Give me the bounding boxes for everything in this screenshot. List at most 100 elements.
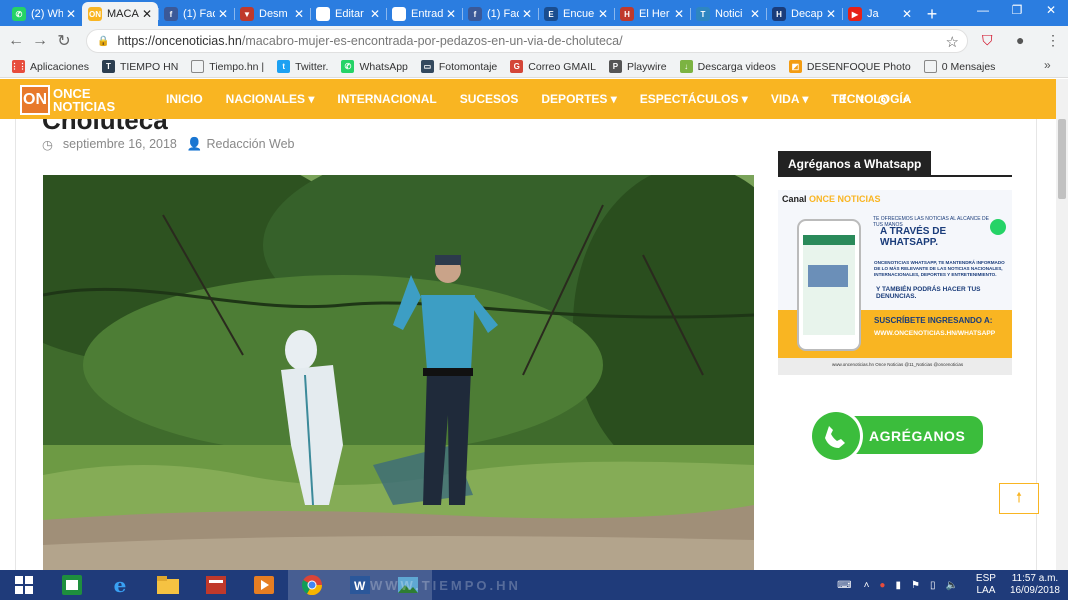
tab-close-icon[interactable]: ✕ [902, 7, 912, 21]
article-date: septiembre 16, 2018 [62, 137, 177, 151]
volume-icon[interactable]: 🔈 [945, 580, 957, 591]
nav-item[interactable]: DEPORTES ▾ [541, 92, 616, 106]
news-app-icon[interactable] [192, 570, 240, 600]
nav-item[interactable]: INICIO [166, 92, 203, 106]
bookmark-item[interactable]: ▭ Fotomontaje [420, 60, 497, 73]
nav-item[interactable]: VIDA ▾ [771, 92, 809, 106]
browser-tab[interactable]: Editar ✕ [310, 2, 386, 26]
profile-icon[interactable]: ● [1016, 32, 1024, 48]
menu-icon[interactable]: ⋮ [1046, 32, 1060, 49]
media-player-icon[interactable] [240, 570, 288, 600]
article-author[interactable]: Redacción Web [206, 137, 294, 152]
whatsapp-promo-banner[interactable]: Canal ONCE NOTICIAS TE OFRECEMOS LAS NOT… [778, 190, 1012, 375]
store-icon[interactable] [48, 570, 96, 600]
tab-title: Notici [715, 8, 743, 20]
bookmark-icon: ✆ [341, 60, 355, 73]
browser-tab[interactable]: H El Her ✕ [614, 2, 690, 26]
bookmark-item[interactable]: ↓ Descarga videos [679, 60, 776, 73]
tab-close-icon[interactable]: ✕ [218, 7, 228, 21]
browser-tab[interactable]: f (1) Fac ✕ [158, 2, 234, 26]
tab-title: Decap [791, 8, 823, 20]
network-icon[interactable]: ▮ [895, 580, 901, 591]
browser-tab[interactable]: ▼ Desm ✕ [234, 2, 310, 26]
browser-tab[interactable]: Entrad ✕ [386, 2, 462, 26]
tab-close-icon[interactable]: ✕ [142, 7, 152, 21]
bookmark-item[interactable]: G Correo GMAIL [510, 60, 596, 73]
tab-close-icon[interactable]: ✕ [446, 7, 456, 21]
bookmarks-overflow-icon[interactable]: » [1044, 58, 1051, 72]
tab-close-icon[interactable]: ✕ [826, 7, 836, 21]
browser-tab[interactable]: f (1) Fac ✕ [462, 2, 538, 26]
browser-tab[interactable]: E Encue ✕ [538, 2, 614, 26]
clock[interactable]: 11:57 a.m. 16/09/2018 [1010, 573, 1060, 597]
maximize-button[interactable]: ❐ [1000, 0, 1034, 22]
promo-footer: www.oncenoticias.hn Once Noticias @11_No… [832, 362, 964, 367]
browser-tab[interactable]: ON MACA ✕ [82, 2, 158, 26]
bookmark-item[interactable]: Tiempo.hn | [191, 60, 264, 73]
browser-tab[interactable]: ▶ Ja ✕ [842, 2, 918, 26]
bookmark-item[interactable]: T TIEMPO HN [101, 60, 178, 73]
tab-close-icon[interactable]: ✕ [674, 7, 684, 21]
bookmark-item[interactable]: t Twitter. [277, 60, 328, 73]
whatsapp-widget-title: Agréganos a Whatsapp [778, 151, 1012, 177]
tab-close-icon[interactable]: ✕ [370, 7, 380, 21]
tab-close-icon[interactable]: ✕ [522, 7, 532, 21]
window-controls: — ❐ ✕ [966, 0, 1068, 22]
tab-favicon-icon: ✆ [12, 7, 26, 21]
page-scrollbar[interactable] [1056, 79, 1068, 570]
tab-close-icon[interactable]: ✕ [66, 7, 76, 21]
address-bar[interactable]: 🔒 https://oncenoticias.hn/macabro-mujer-… [86, 29, 968, 53]
tray-overflow-icon[interactable]: ˄ [864, 580, 870, 591]
keyboard-icon[interactable]: ⌨ [837, 580, 851, 591]
antivirus-icon[interactable]: ● [879, 580, 885, 591]
bookmark-item[interactable]: ◩ DESENFOQUE Photo [788, 60, 911, 73]
tab-title: Desm [259, 8, 288, 20]
whatsapp-add-button[interactable]: AGRÉGANOS [807, 408, 984, 464]
tab-close-icon[interactable]: ✕ [294, 7, 304, 21]
scroll-to-top-button[interactable]: 🠕 [999, 483, 1039, 514]
search-icon[interactable]: ⌕ [902, 92, 909, 107]
shield-extension-icon[interactable]: ⛉ [982, 32, 993, 49]
bookmark-icon: G [510, 60, 524, 73]
tab-favicon-icon [316, 7, 330, 21]
forward-button[interactable]: → [28, 32, 52, 50]
facebook-icon[interactable]: f [842, 92, 846, 106]
tab-title: Encue [563, 8, 595, 20]
close-window-button[interactable]: ✕ [1034, 0, 1068, 22]
back-button[interactable]: ← [4, 32, 28, 50]
bookmark-item[interactable]: 0 Mensajes [923, 60, 995, 73]
bookmark-label: DESENFOQUE Photo [806, 60, 911, 73]
nav-item[interactable]: SUCESOS [460, 92, 519, 106]
bookmark-label: Descarga videos [697, 60, 776, 73]
tab-favicon-icon: ▶ [848, 7, 862, 21]
minimize-button[interactable]: — [966, 0, 1000, 22]
bookmark-icon: T [101, 60, 115, 73]
internet-explorer-icon[interactable]: e [96, 570, 144, 600]
tab-close-icon[interactable]: ✕ [750, 7, 760, 21]
bookmark-star-icon[interactable]: ☆ [946, 33, 959, 51]
site-logo[interactable]: ON ONCE NOTICIAS [20, 85, 115, 115]
battery-icon[interactable]: ▯ [930, 580, 936, 591]
tab-close-icon[interactable]: ✕ [598, 7, 608, 21]
new-tab-button[interactable]: + [918, 2, 946, 26]
browser-tab[interactable]: ✆ (2) Wh ✕ [6, 2, 82, 26]
bookmark-item[interactable]: P Playwire [608, 60, 667, 73]
nav-item[interactable]: NACIONALES ▾ [226, 92, 315, 106]
chrome-icon[interactable] [288, 570, 336, 600]
nav-item[interactable]: ESPECTÁCULOS ▾ [640, 92, 748, 106]
windows-start-icon[interactable] [0, 570, 48, 600]
bookmark-item[interactable]: ⋮⋮ Aplicaciones [11, 60, 89, 73]
tab-title: (2) Wh [31, 8, 63, 20]
browser-tab[interactable]: H Decap ✕ [766, 2, 842, 26]
twitter-icon[interactable]: t [860, 92, 864, 106]
bookmark-item[interactable]: ✆ WhatsApp [341, 60, 408, 73]
scrollbar-thumb[interactable] [1058, 119, 1066, 199]
article-meta: ◷ septiembre 16, 2018 👤 Redacción Web [42, 137, 304, 152]
input-language[interactable]: ESP LAA [976, 573, 996, 597]
file-explorer-icon[interactable] [144, 570, 192, 600]
browser-tab[interactable]: T Notici ✕ [690, 2, 766, 26]
reload-button[interactable]: ↻ [52, 31, 76, 51]
instagram-icon[interactable]: ◎ [878, 92, 888, 106]
nav-item[interactable]: INTERNACIONAL [337, 92, 436, 106]
notification-flag-icon[interactable]: ⚑ [911, 580, 920, 591]
